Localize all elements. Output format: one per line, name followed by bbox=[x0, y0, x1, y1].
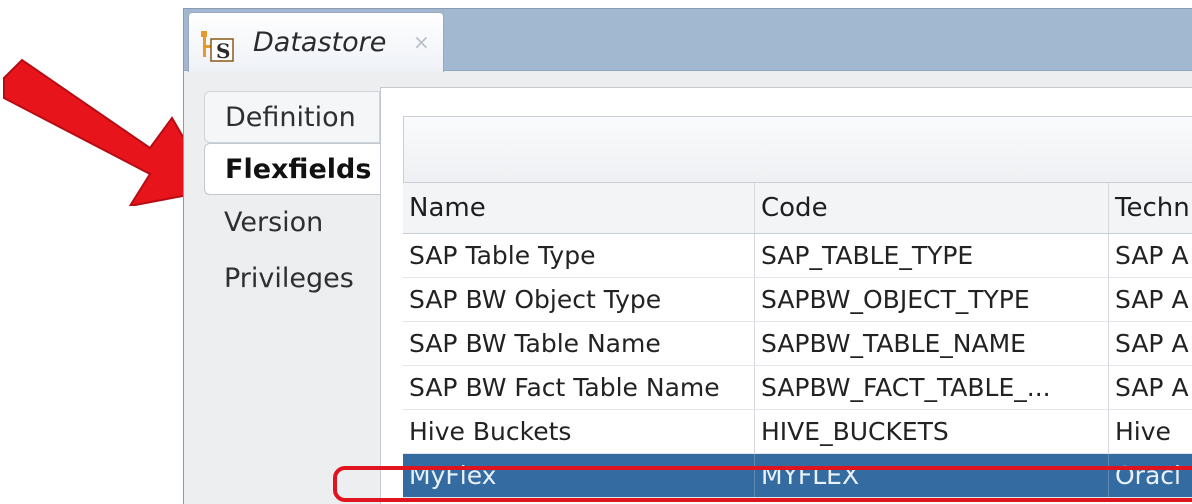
column-header-technology[interactable]: Techn bbox=[1109, 183, 1192, 233]
datastore-editor-window: S Datastore × Definition Flexfields Vers… bbox=[183, 8, 1192, 504]
table-row[interactable]: SAP BW Table Name SAPBW_TABLE_NAME SAP A bbox=[403, 322, 1192, 366]
cell-technology: SAP A bbox=[1115, 329, 1189, 358]
cell-technology: SAP A bbox=[1115, 241, 1189, 270]
column-header-name[interactable]: Name bbox=[403, 183, 755, 233]
cell-name: SAP BW Object Type bbox=[403, 278, 755, 321]
tab-datastore[interactable]: S Datastore × bbox=[188, 12, 444, 72]
close-icon[interactable]: × bbox=[413, 30, 430, 54]
annotation-highlight-box bbox=[333, 466, 1192, 502]
table-header-row: Name Code Techn bbox=[403, 182, 1192, 234]
editor-tab-strip: S Datastore × bbox=[184, 9, 1192, 72]
cell-technology: Hive bbox=[1115, 417, 1171, 446]
cell-code: SAPBW_TABLE_NAME bbox=[755, 322, 1109, 365]
cell-technology: SAP A bbox=[1115, 285, 1189, 314]
table-toolbar bbox=[403, 116, 1192, 182]
flexfields-table: Name Code Techn SAP Table Type SAP_TABLE… bbox=[403, 182, 1192, 498]
cell-code: HIVE_BUCKETS bbox=[755, 410, 1109, 453]
cell-name: Hive Buckets bbox=[403, 410, 755, 453]
table-row[interactable]: SAP BW Object Type SAPBW_OBJECT_TYPE SAP… bbox=[403, 278, 1192, 322]
cell-name: SAP BW Table Name bbox=[403, 322, 755, 365]
cell-code: SAP_TABLE_TYPE bbox=[755, 234, 1109, 277]
cell-code: SAPBW_OBJECT_TYPE bbox=[755, 278, 1109, 321]
column-header-code[interactable]: Code bbox=[755, 183, 1109, 233]
cell-technology: SAP A bbox=[1115, 373, 1189, 402]
table-row[interactable]: Hive Buckets HIVE_BUCKETS Hive bbox=[403, 410, 1192, 454]
cell-code: SAPBW_FACT_TABLE_... bbox=[755, 366, 1109, 409]
table-row[interactable]: SAP Table Type SAP_TABLE_TYPE SAP A bbox=[403, 234, 1192, 278]
tab-privileges[interactable]: Privileges bbox=[204, 253, 380, 305]
cell-name: SAP Table Type bbox=[403, 234, 755, 277]
tab-datastore-label: Datastore bbox=[253, 27, 387, 58]
tab-version[interactable]: Version bbox=[204, 197, 380, 249]
section-tabs: Definition Flexfields Version Privileges bbox=[204, 87, 384, 504]
flexfields-panel: Name Code Techn SAP Table Type SAP_TABLE… bbox=[380, 87, 1192, 504]
sap-datastore-icon: S bbox=[201, 31, 234, 63]
tab-flexfields[interactable]: Flexfields bbox=[204, 143, 384, 195]
cell-name: SAP BW Fact Table Name bbox=[403, 366, 755, 409]
tab-definition[interactable]: Definition bbox=[204, 91, 380, 143]
table-row[interactable]: SAP BW Fact Table Name SAPBW_FACT_TABLE_… bbox=[403, 366, 1192, 410]
svg-text:S: S bbox=[216, 39, 230, 63]
